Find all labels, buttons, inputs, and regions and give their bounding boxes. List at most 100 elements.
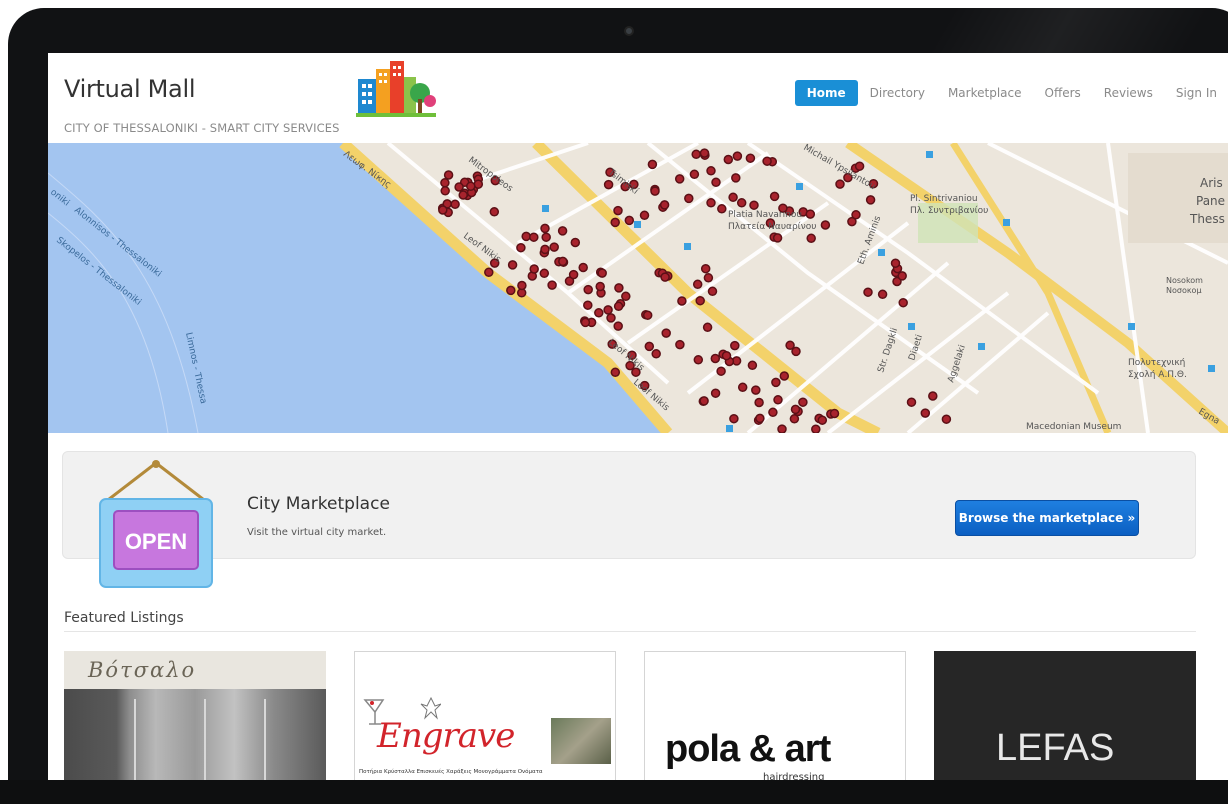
- shop-marker-icon[interactable]: [692, 279, 703, 290]
- shop-marker-icon[interactable]: [517, 280, 527, 291]
- shop-marker-icon[interactable]: [597, 268, 607, 278]
- shop-marker-icon[interactable]: [711, 177, 721, 188]
- shop-marker-icon[interactable]: [730, 340, 740, 351]
- shop-marker-icon[interactable]: [440, 178, 450, 188]
- shop-marker-icon[interactable]: [650, 186, 660, 196]
- shop-marker-icon[interactable]: [450, 199, 460, 210]
- shop-marker-icon[interactable]: [691, 149, 701, 160]
- shop-marker-icon[interactable]: [583, 300, 593, 310]
- shop-marker-icon[interactable]: [785, 340, 795, 351]
- shop-marker-icon[interactable]: [777, 424, 787, 433]
- shop-marker-icon[interactable]: [941, 414, 952, 424]
- shop-marker-icon[interactable]: [762, 156, 772, 166]
- site-brand[interactable]: Virtual Mall: [64, 75, 196, 103]
- shop-marker-icon[interactable]: [570, 237, 581, 248]
- shop-marker-icon[interactable]: [805, 209, 816, 219]
- shop-marker-icon[interactable]: [529, 264, 539, 274]
- shop-marker-icon[interactable]: [454, 182, 464, 192]
- shop-marker-icon[interactable]: [768, 407, 778, 418]
- shop-marker-icon[interactable]: [642, 310, 653, 320]
- nav-directory[interactable]: Directory: [859, 80, 936, 106]
- shop-marker-icon[interactable]: [541, 232, 551, 242]
- shop-marker-icon[interactable]: [699, 396, 709, 406]
- nav-marketplace[interactable]: Marketplace: [937, 80, 1033, 106]
- shop-marker-icon[interactable]: [606, 313, 616, 323]
- shop-marker-icon[interactable]: [603, 179, 614, 190]
- shop-marker-icon[interactable]: [890, 258, 901, 268]
- shop-marker-icon[interactable]: [920, 408, 931, 418]
- shop-marker-icon[interactable]: [529, 232, 539, 242]
- shop-marker-icon[interactable]: [755, 413, 765, 424]
- shop-marker-icon[interactable]: [769, 191, 780, 202]
- city-map[interactable]: Λεωφ. Νίκης Leof Nikis Leof Nikis Leof N…: [48, 143, 1228, 433]
- shop-marker-icon[interactable]: [771, 377, 781, 388]
- shop-marker-icon[interactable]: [779, 371, 790, 381]
- shop-marker-icon[interactable]: [443, 170, 454, 180]
- shop-marker-icon[interactable]: [877, 289, 888, 300]
- shop-marker-icon[interactable]: [707, 286, 718, 297]
- shop-marker-icon[interactable]: [906, 397, 917, 407]
- shop-marker-icon[interactable]: [540, 223, 550, 234]
- shop-marker-icon[interactable]: [754, 397, 764, 408]
- shop-marker-icon[interactable]: [644, 341, 655, 352]
- shop-marker-icon[interactable]: [660, 272, 670, 282]
- shop-marker-icon[interactable]: [689, 169, 700, 180]
- shop-marker-icon[interactable]: [659, 200, 670, 210]
- shop-marker-icon[interactable]: [580, 317, 591, 328]
- shop-marker-icon[interactable]: [684, 193, 694, 204]
- nav-offers[interactable]: Offers: [1034, 80, 1092, 106]
- shop-marker-icon[interactable]: [703, 273, 714, 283]
- shop-marker-icon[interactable]: [639, 210, 650, 221]
- shop-marker-icon[interactable]: [438, 205, 448, 215]
- shop-marker-icon[interactable]: [674, 174, 685, 184]
- shop-marker-icon[interactable]: [772, 233, 783, 243]
- shop-marker-icon[interactable]: [706, 198, 716, 208]
- shop-marker-icon[interactable]: [699, 148, 710, 158]
- shop-marker-icon[interactable]: [729, 413, 739, 424]
- shop-marker-icon[interactable]: [847, 216, 857, 227]
- shop-marker-icon[interactable]: [651, 349, 661, 359]
- shop-marker-icon[interactable]: [798, 397, 808, 407]
- shop-marker-icon[interactable]: [710, 388, 721, 398]
- shop-marker-icon[interactable]: [863, 287, 873, 297]
- shop-marker-icon[interactable]: [811, 424, 821, 433]
- shop-marker-icon[interactable]: [723, 154, 734, 165]
- shop-marker-icon[interactable]: [820, 220, 831, 230]
- shop-marker-icon[interactable]: [721, 350, 732, 361]
- shop-marker-icon[interactable]: [693, 355, 704, 365]
- shop-marker-icon[interactable]: [835, 179, 845, 189]
- shop-marker-icon[interactable]: [717, 204, 727, 214]
- shop-marker-icon[interactable]: [458, 190, 468, 200]
- shop-marker-icon[interactable]: [484, 267, 494, 278]
- shop-marker-icon[interactable]: [706, 166, 716, 176]
- shop-marker-icon[interactable]: [595, 281, 605, 292]
- shop-marker-icon[interactable]: [558, 256, 568, 267]
- shop-marker-icon[interactable]: [603, 305, 613, 315]
- shop-marker-icon[interactable]: [613, 205, 623, 216]
- shop-marker-icon[interactable]: [614, 283, 624, 293]
- shop-marker-icon[interactable]: [613, 321, 623, 331]
- shop-marker-icon[interactable]: [745, 153, 756, 163]
- shop-marker-icon[interactable]: [489, 207, 500, 217]
- shop-marker-icon[interactable]: [677, 296, 687, 306]
- map-canvas[interactable]: Λεωφ. Νίκης Leof Nikis Leof Nikis Leof N…: [48, 143, 1228, 433]
- shop-marker-icon[interactable]: [736, 198, 747, 208]
- shop-marker-icon[interactable]: [675, 339, 685, 350]
- shop-marker-icon[interactable]: [806, 233, 816, 244]
- shop-marker-icon[interactable]: [539, 268, 550, 279]
- shop-marker-icon[interactable]: [732, 151, 743, 161]
- shop-marker-icon[interactable]: [747, 360, 758, 371]
- shop-marker-icon[interactable]: [737, 382, 748, 393]
- shop-marker-icon[interactable]: [829, 408, 840, 419]
- shop-marker-icon[interactable]: [516, 242, 526, 253]
- nav-reviews[interactable]: Reviews: [1093, 80, 1164, 106]
- shop-marker-icon[interactable]: [521, 231, 531, 242]
- shop-marker-icon[interactable]: [695, 295, 705, 306]
- city-logo-icon[interactable]: [354, 57, 438, 121]
- shop-marker-icon[interactable]: [624, 215, 635, 226]
- shop-marker-icon[interactable]: [610, 217, 620, 228]
- shop-marker-icon[interactable]: [621, 291, 631, 302]
- shop-marker-icon[interactable]: [549, 242, 559, 252]
- shop-marker-icon[interactable]: [440, 186, 450, 196]
- listing-card-engrave[interactable]: Engrave Ποτήρια Κρύσταλλα Επισκευές Χαρά…: [354, 651, 616, 780]
